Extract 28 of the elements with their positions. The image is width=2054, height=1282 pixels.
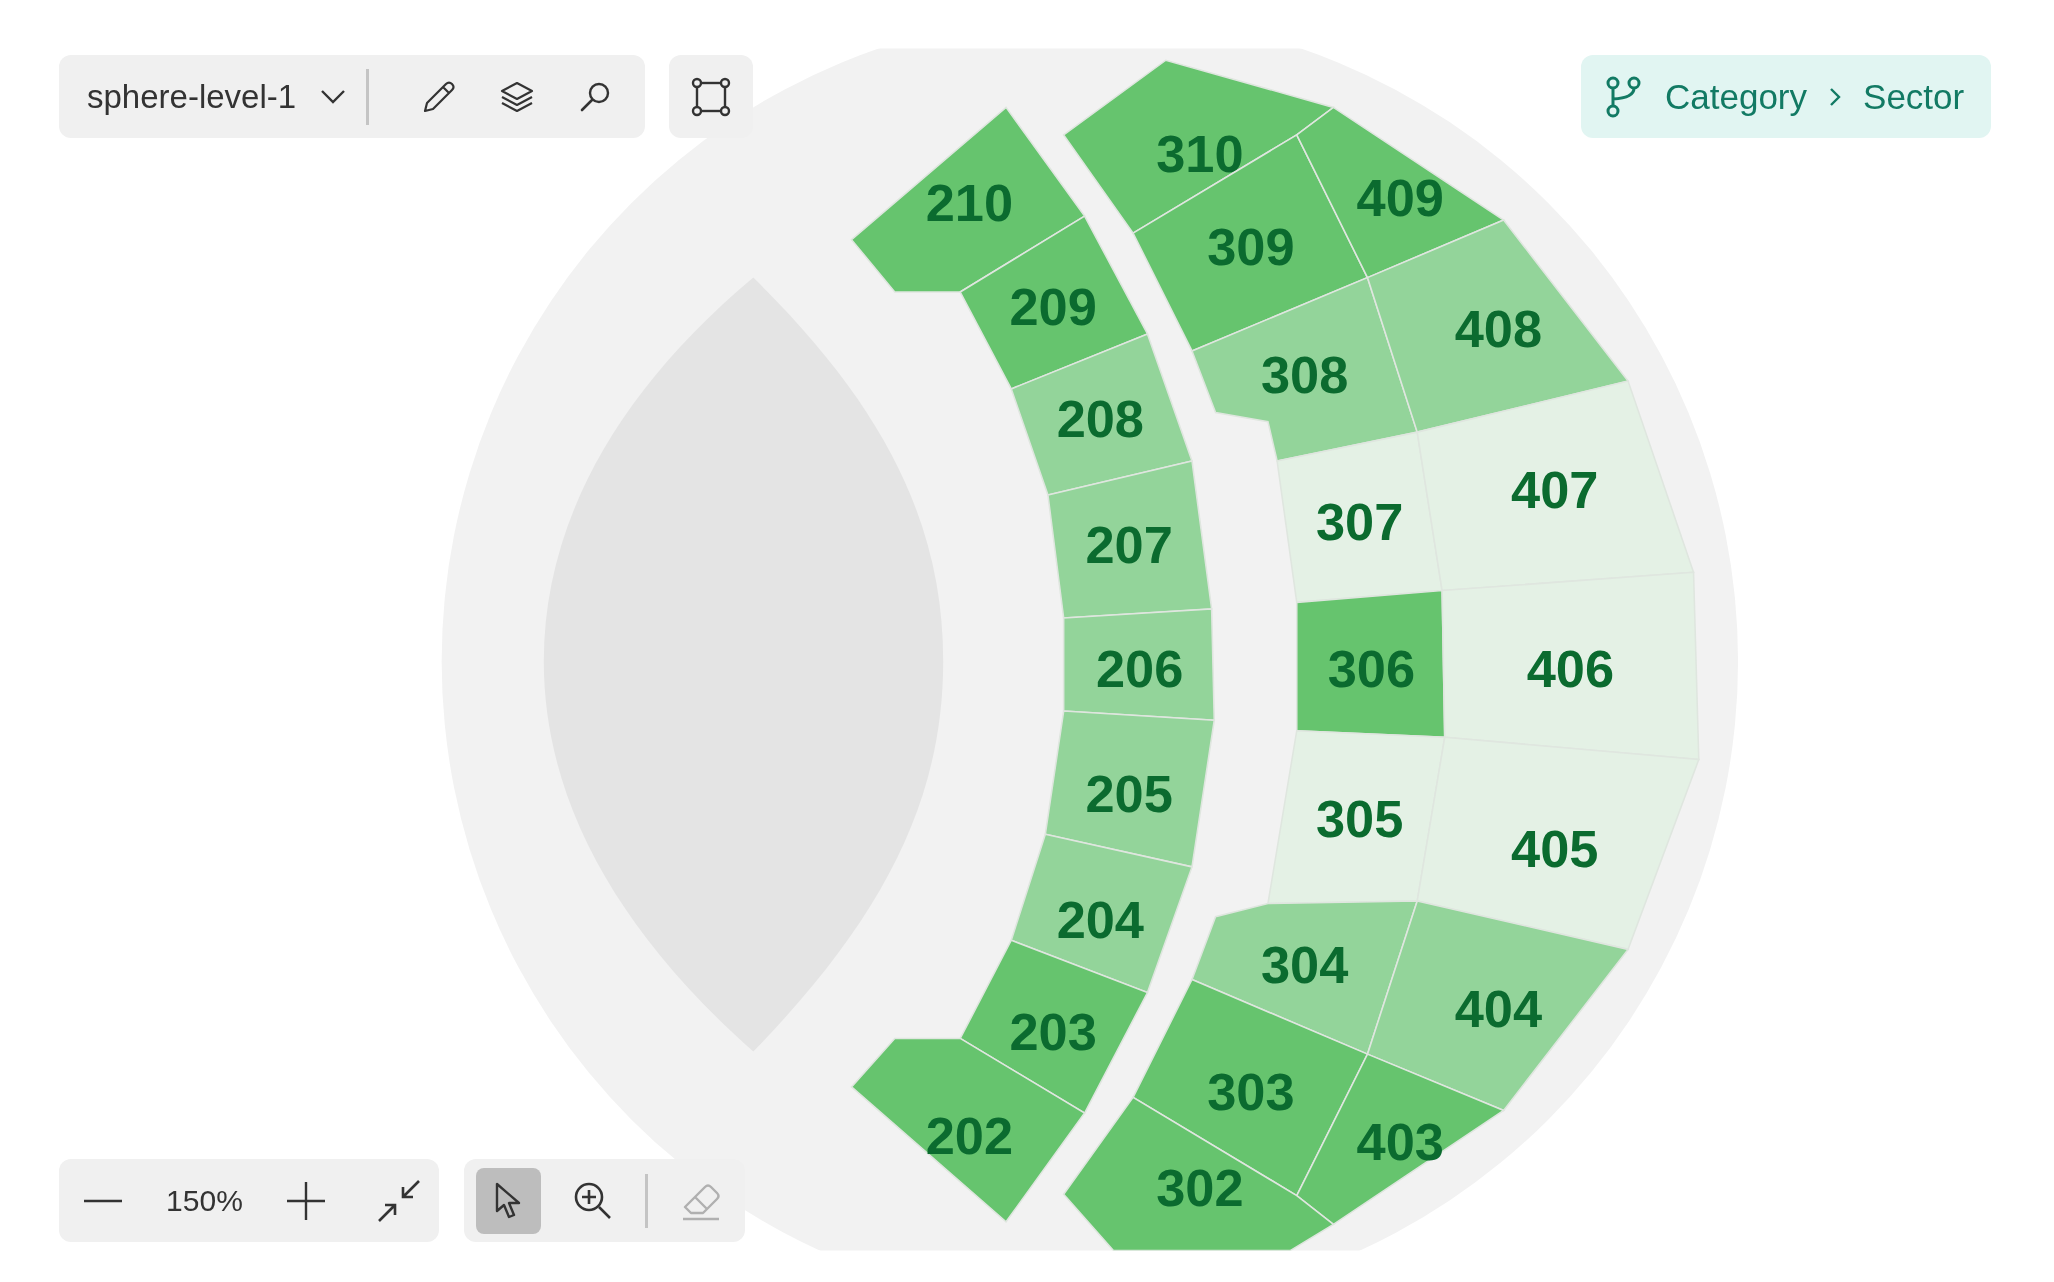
section-label: 308: [1260, 345, 1349, 404]
section-label: 303: [1207, 1063, 1295, 1122]
section-label: 204: [1056, 890, 1144, 949]
section-label: 307: [1315, 492, 1404, 551]
section-label: 408: [1454, 300, 1543, 358]
section-label: 302: [1156, 1159, 1244, 1218]
section-label: 207: [1085, 516, 1173, 575]
section-label: 304: [1260, 936, 1349, 995]
breadcrumb-item[interactable]: Sector: [1863, 76, 1965, 117]
section-label: 409: [1356, 169, 1444, 228]
section-label: 202: [925, 1106, 1014, 1165]
section-label: 309: [1207, 217, 1295, 276]
section-label: 203: [1009, 1003, 1097, 1062]
section-label: 206: [1095, 640, 1184, 699]
section-label: 305: [1315, 789, 1404, 848]
section-label: 310: [1156, 124, 1244, 183]
section-label: 404: [1454, 979, 1543, 1038]
section-label: 406: [1526, 640, 1615, 699]
section-label: 403: [1356, 1113, 1444, 1172]
section-label: 208: [1056, 390, 1144, 449]
section-label: 407: [1511, 461, 1599, 520]
zoom-level: 150%: [166, 1183, 243, 1218]
breadcrumb-item[interactable]: Category: [1665, 76, 1808, 117]
section-label: 405: [1511, 819, 1599, 878]
section-label: 306: [1327, 640, 1416, 699]
section-label: 210: [925, 174, 1014, 233]
section-label: 205: [1085, 764, 1173, 823]
section-label: 209: [1009, 277, 1097, 336]
